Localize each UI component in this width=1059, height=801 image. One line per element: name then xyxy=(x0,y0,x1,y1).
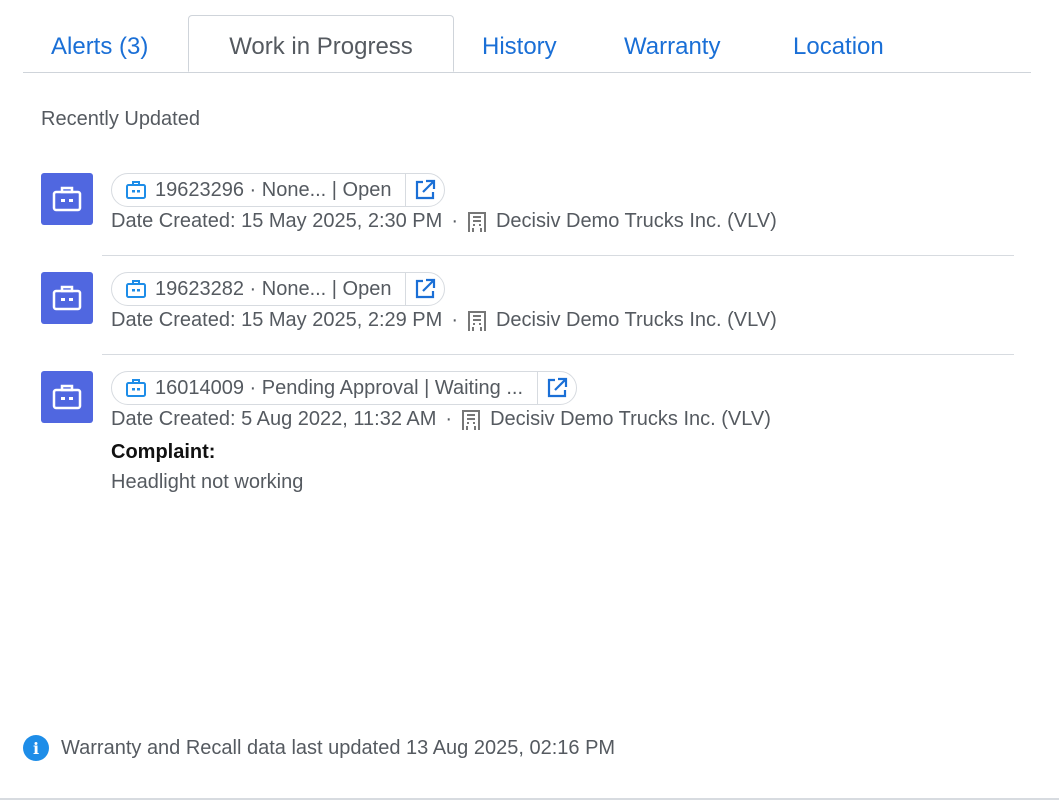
complaint-label: Complaint: xyxy=(111,441,216,463)
case-icon xyxy=(41,173,93,225)
external-link-icon[interactable] xyxy=(405,174,444,206)
case-summary: 16014009 · Pending Approval | Waiting ..… xyxy=(155,376,524,399)
separator-dot: · xyxy=(451,309,458,331)
bottom-divider xyxy=(0,798,1059,800)
complaint-text: Headlight not working xyxy=(111,471,304,493)
date-created: Date Created: 15 May 2025, 2:29 PM xyxy=(111,309,443,331)
external-link-icon[interactable] xyxy=(405,273,444,305)
section-title: Recently Updated xyxy=(41,108,200,130)
tab-history[interactable]: History xyxy=(482,15,557,72)
date-created: Date Created: 15 May 2025, 2:30 PM xyxy=(111,210,443,232)
external-link-icon[interactable] xyxy=(537,372,576,404)
case-icon xyxy=(41,371,93,423)
case-meta: Date Created: 15 May 2025, 2:29 PM · Dec… xyxy=(111,309,777,332)
footer-text: Warranty and Recall data last updated 13… xyxy=(61,736,616,759)
tab-warranty[interactable]: Warranty xyxy=(624,15,720,72)
case-meta: Date Created: 5 Aug 2022, 11:32 AM · Dec… xyxy=(111,408,771,431)
divider xyxy=(102,354,1014,355)
case-small-icon xyxy=(126,280,146,298)
building-icon xyxy=(467,310,486,331)
case-icon xyxy=(41,272,93,324)
case-summary: 19623282 · None... | Open xyxy=(155,277,392,300)
case-pill[interactable]: 19623282 · None... | Open xyxy=(111,272,446,306)
info-icon: i xyxy=(23,735,49,761)
date-created: Date Created: 5 Aug 2022, 11:32 AM xyxy=(111,408,437,430)
tab-alerts[interactable]: Alerts (3) xyxy=(51,15,148,72)
case-summary: 19623296 · None... | Open xyxy=(155,178,392,201)
case-small-icon xyxy=(126,379,146,397)
divider xyxy=(102,255,1014,256)
building-icon xyxy=(462,409,481,430)
dealer-name: Decisiv Demo Trucks Inc. (VLV) xyxy=(495,210,777,232)
separator-dot: · xyxy=(445,408,453,430)
case-pill[interactable]: 16014009 · Pending Approval | Waiting ..… xyxy=(111,371,578,405)
dealer-name: Decisiv Demo Trucks Inc. (VLV) xyxy=(490,408,771,430)
case-meta: Date Created: 15 May 2025, 2:30 PM · Dec… xyxy=(111,210,777,233)
tab-bar: Alerts (3) Work in Progress History Warr… xyxy=(23,15,1031,73)
case-small-icon xyxy=(126,181,146,199)
tab-work-in-progress[interactable]: Work in Progress xyxy=(188,15,454,72)
case-pill[interactable]: 19623296 · None... | Open xyxy=(111,173,446,207)
tab-location[interactable]: Location xyxy=(793,15,884,72)
dealer-name: Decisiv Demo Trucks Inc. (VLV) xyxy=(495,309,777,331)
separator-dot: · xyxy=(451,210,458,232)
building-icon xyxy=(467,211,486,232)
footer-note: i Warranty and Recall data last updated … xyxy=(23,735,615,761)
